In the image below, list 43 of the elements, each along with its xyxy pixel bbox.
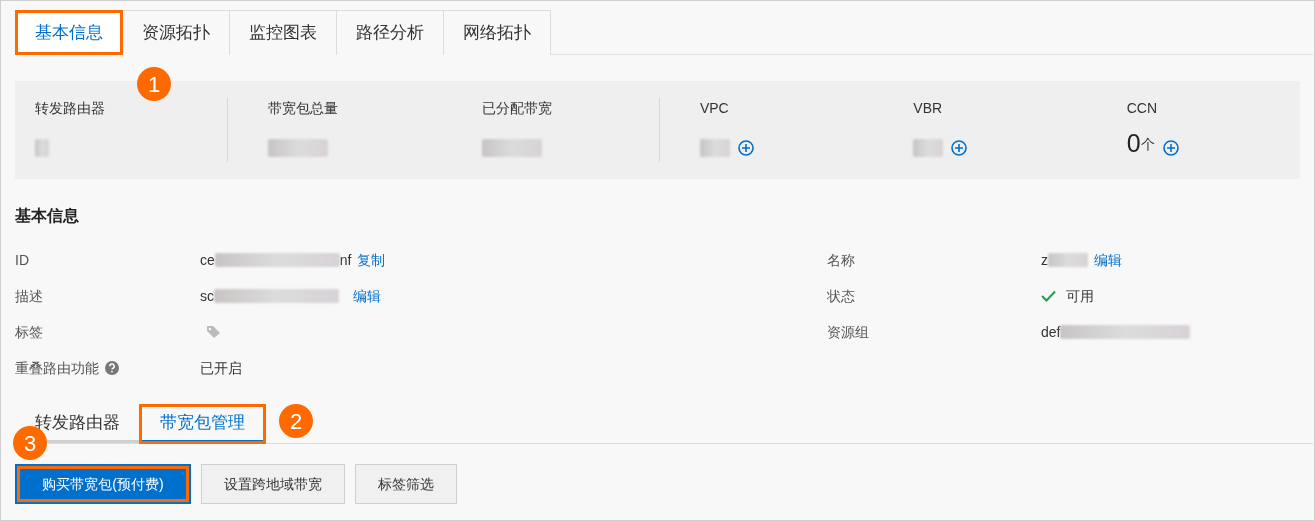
- stat-label: VPC: [699, 99, 730, 118]
- add-icon[interactable]: [1162, 140, 1179, 156]
- action-link[interactable]: 编辑: [1094, 249, 1122, 271]
- stat-label: VBR: [913, 99, 944, 118]
- check-icon: [1041, 290, 1056, 302]
- field-value: def: [1041, 321, 1191, 343]
- section-title: 基本信息: [15, 206, 80, 226]
- tab[interactable]: 基本信息: [15, 10, 123, 55]
- field-label: 标签: [15, 322, 43, 342]
- action-link[interactable]: 复制: [357, 249, 386, 271]
- stat-label: 带宽包总量: [268, 99, 340, 118]
- field-label: 状态: [827, 286, 855, 306]
- tag-icon: [206, 325, 221, 339]
- field-value: sc: [200, 285, 339, 307]
- help-icon[interactable]: [105, 361, 119, 375]
- blurred-value: [1048, 253, 1088, 267]
- stat-label: 已分配带宽: [481, 99, 553, 118]
- tab[interactable]: 路径分析: [337, 10, 444, 55]
- action-button[interactable]: 购买带宽包(预付费): [15, 464, 191, 504]
- field-label: 资源组: [827, 322, 869, 342]
- callout-badge: 2: [279, 404, 313, 438]
- action-link[interactable]: 编辑: [353, 285, 381, 307]
- field-label: 名称: [827, 250, 855, 270]
- field-value: ce nf: [200, 250, 352, 270]
- field-label: ID: [15, 250, 29, 270]
- field-value: 可用: [1066, 286, 1094, 306]
- tab[interactable]: 监控图表: [230, 10, 337, 55]
- sub-tab[interactable]: 带宽包管理: [140, 405, 265, 443]
- field-label: 重叠路由功能: [15, 358, 99, 378]
- action-button[interactable]: 标签筛选: [355, 464, 457, 504]
- field-value: 已开启: [200, 358, 242, 378]
- stat-unit: 个: [1140, 136, 1155, 154]
- stat-label: CCN: [1126, 99, 1158, 118]
- callout-badge: 1: [137, 67, 171, 101]
- tab[interactable]: 资源拓扑: [123, 10, 230, 55]
- tab[interactable]: 网络拓扑: [444, 10, 551, 55]
- action-button[interactable]: 设置跨地域带宽: [201, 464, 345, 504]
- field-value: z: [1041, 249, 1088, 271]
- field-label: 描述: [15, 286, 43, 306]
- add-icon[interactable]: [951, 140, 968, 156]
- add-icon[interactable]: [737, 140, 754, 156]
- stat-value: 0: [1126, 129, 1141, 157]
- stat-label: 转发路由器: [35, 99, 106, 118]
